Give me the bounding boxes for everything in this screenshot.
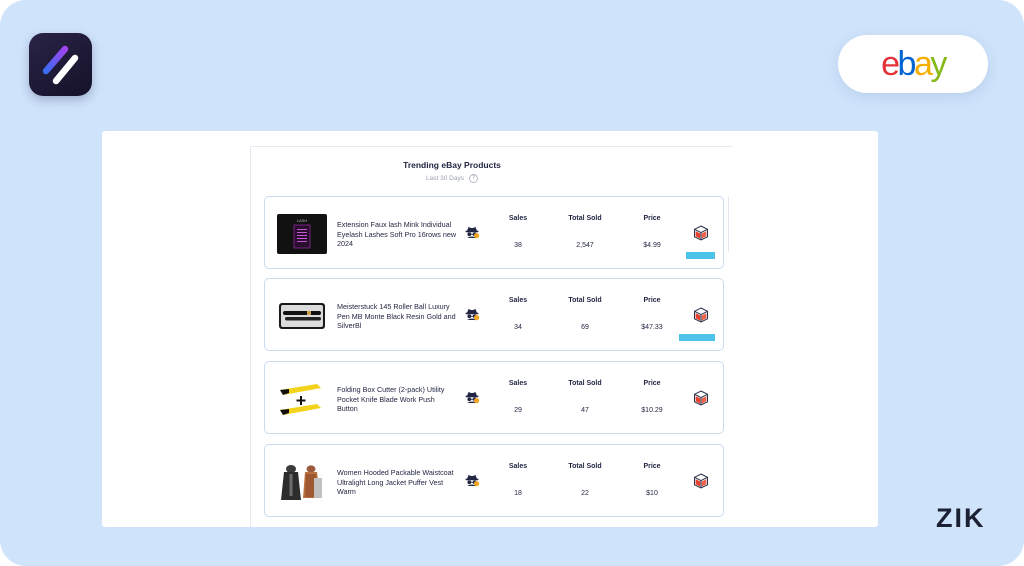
product-row[interactable]: Folding Box Cutter (2-pack) Utility Pock… xyxy=(264,361,724,434)
product-name[interactable]: Folding Box Cutter (2-pack) Utility Pock… xyxy=(337,385,457,414)
product-name[interactable]: Women Hooded Packable Waistcoat Ultralig… xyxy=(337,468,457,497)
total-sold-value: 47 xyxy=(581,407,589,414)
product-row[interactable]: Meisterstuck 145 Roller Ball Luxury Pen … xyxy=(264,278,724,351)
zik-app-logo-icon xyxy=(29,33,92,96)
price-value: $47.33 xyxy=(641,324,663,331)
total-sold-label: Total Sold xyxy=(568,380,602,387)
box-icon[interactable] xyxy=(693,473,709,489)
period-label: Last 30 Days xyxy=(426,175,464,182)
screenshot-canvas: Trending eBay Products Last 30 Days ? LA… xyxy=(102,131,878,527)
total-sold-label: Total Sold xyxy=(568,215,602,222)
total-sold-value: 69 xyxy=(581,324,589,331)
sales-label: Sales xyxy=(508,297,528,304)
hero-background: ebay Trending eBay Products Last 30 Days… xyxy=(0,0,1024,566)
trending-products-panel: Trending eBay Products Last 30 Days ? LA… xyxy=(250,146,732,527)
total-sold-label: Total Sold xyxy=(568,463,602,470)
ebay-letter: e xyxy=(881,44,900,83)
scrollbar-track xyxy=(728,197,729,252)
total-sold-value: 22 xyxy=(581,490,589,497)
sales-value: 34 xyxy=(514,324,522,331)
sales-value: 38 xyxy=(514,242,522,249)
sales-label: Sales xyxy=(508,215,528,222)
sales-label: Sales xyxy=(508,463,528,470)
price-value: $10 xyxy=(646,490,658,497)
total-sold-value: 2,547 xyxy=(576,242,594,249)
sales-value: 18 xyxy=(514,490,522,497)
panel-subtitle: Last 30 Days ? xyxy=(251,174,653,183)
price-label: Price xyxy=(643,380,661,387)
box-cutter-image[interactable] xyxy=(277,379,327,419)
highlight-bar xyxy=(679,334,715,341)
highlight-bar xyxy=(686,252,715,259)
total-sold-label: Total Sold xyxy=(568,297,602,304)
product-row[interactable]: Women Hooded Packable Waistcoat Ultralig… xyxy=(264,444,724,517)
ebay-letter: y xyxy=(930,44,947,83)
sales-value: 29 xyxy=(514,407,522,414)
price-label: Price xyxy=(643,463,661,470)
price-value: $10.29 xyxy=(641,407,663,414)
ebay-letter: a xyxy=(913,44,933,83)
price-value: $4.99 xyxy=(643,242,661,249)
ebay-wordmark: ebay xyxy=(881,44,947,84)
product-name[interactable]: Extension Faux lash Mink Individual Eyel… xyxy=(337,220,457,249)
price-label: Price xyxy=(643,297,661,304)
spy-icon[interactable] xyxy=(464,225,480,239)
spy-icon[interactable] xyxy=(464,307,480,321)
pen-case-image[interactable] xyxy=(277,296,327,336)
svg-text:LASH: LASH xyxy=(297,218,308,223)
box-icon[interactable] xyxy=(693,307,709,323)
zik-watermark: ZIK xyxy=(936,503,986,533)
product-name[interactable]: Meisterstuck 145 Roller Ball Luxury Pen … xyxy=(337,302,457,331)
eyelash-box-image[interactable]: LASH xyxy=(277,214,327,254)
spy-icon[interactable] xyxy=(464,473,480,487)
product-row[interactable]: LASH Extension Faux lash Mink Individual… xyxy=(264,196,724,269)
panel-title: Trending eBay Products xyxy=(403,160,501,170)
box-icon[interactable] xyxy=(693,390,709,406)
help-icon[interactable]: ? xyxy=(468,174,478,183)
spy-icon[interactable] xyxy=(464,390,480,404)
ebay-letter: b xyxy=(897,44,917,83)
ebay-logo: ebay xyxy=(838,35,988,93)
box-icon[interactable] xyxy=(693,225,709,241)
price-label: Price xyxy=(643,215,661,222)
puffer-vest-image[interactable] xyxy=(277,462,327,502)
sales-label: Sales xyxy=(508,380,528,387)
